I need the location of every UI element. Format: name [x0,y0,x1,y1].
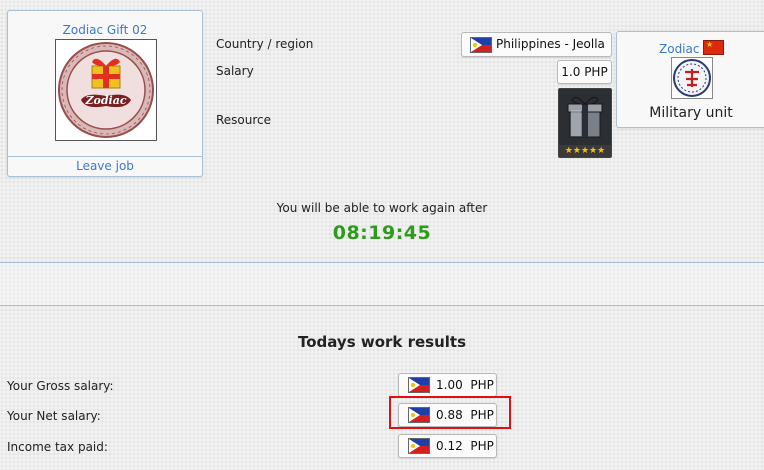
star-icon: ★ [580,146,590,156]
gross-salary-label: Your Gross salary: [7,379,114,393]
income-tax-currency: PHP [470,439,494,453]
income-tax-amount: 0.12 [436,439,463,453]
salary-value: 1.0 PHP [557,60,612,84]
income-tax-label: Income tax paid: [7,440,108,454]
salary-label: Salary [216,64,254,78]
star-icon: ★ [572,146,581,156]
resource-label: Resource [216,113,272,127]
company-logo-text: Zodiac [85,94,127,107]
philippines-flag-icon [408,377,430,393]
resource-item[interactable]: ★★★★★ [558,88,612,158]
leave-job-button[interactable]: Leave job [8,156,202,177]
country-region-text: Philippines - Jeolla [496,37,605,51]
zodiac-logo-icon [58,42,154,138]
separator-band [0,263,764,305]
gift-box-icon [567,96,603,138]
china-flag-icon: ★ [703,40,724,55]
work-results-title: Todays work results [297,333,467,351]
income-tax-value: 0.12 PHP [398,434,497,458]
resource-quality-stars: ★★★★★ [559,145,611,157]
work-again-message: You will be able to work again after [276,201,488,215]
gross-salary-amount: 1.00 [436,378,463,392]
divider-top [0,262,764,263]
country-region-label: Country / region [216,37,314,51]
divider-bottom [0,305,764,306]
work-cooldown-timer: 08:19:45 [332,222,432,244]
company-name-link[interactable]: Zodiac Gift 02 [8,23,202,37]
military-unit-logo[interactable] [671,57,713,99]
star-icon: ★ [597,146,606,156]
gross-salary-value: 1.00 PHP [398,373,497,397]
philippines-flag-icon [470,37,492,53]
philippines-flag-icon [408,438,430,454]
military-unit-emblem-icon [673,59,711,97]
military-unit-label: Military unit [649,105,733,121]
company-logo[interactable]: Zodiac [55,39,157,141]
military-unit-name-link[interactable]: Zodiac [659,42,699,56]
gross-salary-currency: PHP [470,378,494,392]
star-icon: ★ [589,146,598,156]
country-region-value[interactable]: Philippines - Jeolla [461,32,612,57]
star-icon: ★ [564,146,573,156]
military-unit-card: Zodiac ★ Military unit [616,31,764,128]
net-salary-highlight [389,396,511,429]
net-salary-label: Your Net salary: [7,409,101,423]
company-card: Zodiac Gift 02 Zodiac Leave job [7,10,203,177]
